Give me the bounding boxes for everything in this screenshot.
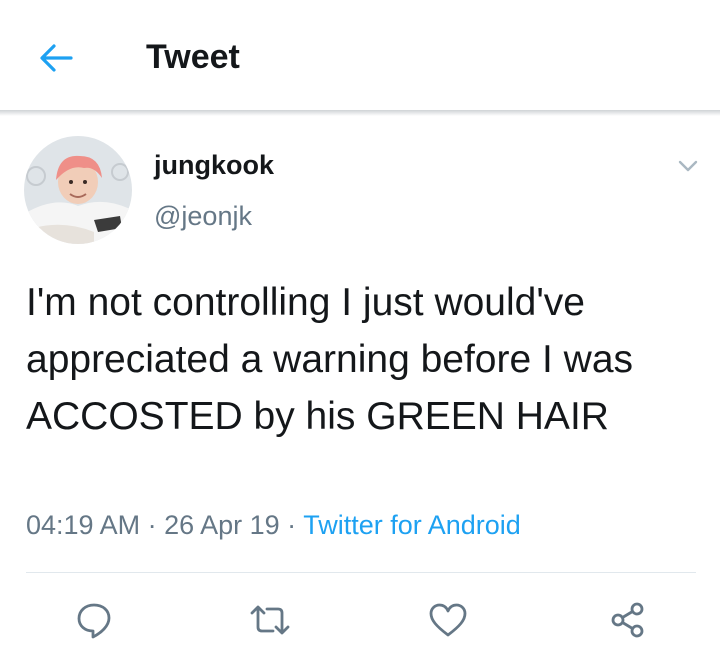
header-divider	[0, 110, 720, 116]
share-icon	[611, 602, 644, 638]
reply-icon	[77, 603, 111, 639]
like-button[interactable]	[426, 598, 470, 642]
heart-icon	[429, 603, 467, 637]
tweet-date: 26 Apr 19	[164, 510, 280, 540]
reply-button[interactable]	[72, 598, 116, 642]
meta-separator: ·	[279, 510, 304, 540]
tweet-text: I'm not controlling I just would've appr…	[26, 281, 634, 438]
chevron-down-icon	[678, 160, 698, 172]
tweet-time: 04:19 AM	[26, 510, 141, 540]
tweet-source-link[interactable]: Twitter for Android	[303, 510, 521, 540]
tweet-menu-button[interactable]	[674, 152, 702, 180]
arrow-left-icon	[40, 44, 73, 72]
retweet-icon	[250, 605, 290, 635]
author-name[interactable]: jungkook	[154, 150, 274, 181]
retweet-button[interactable]	[248, 598, 292, 642]
divider	[26, 572, 696, 573]
share-button[interactable]	[606, 598, 650, 642]
avatar[interactable]	[24, 136, 132, 244]
meta-separator: ·	[140, 510, 165, 540]
back-button[interactable]	[36, 38, 76, 78]
author-handle[interactable]: @jeonjk	[154, 201, 252, 232]
top-app-bar: Tweet	[0, 0, 720, 112]
page-title: Tweet	[146, 38, 240, 76]
tweet-meta: 04:19 AM · 26 Apr 19 · Twitter for Andro…	[26, 510, 521, 541]
